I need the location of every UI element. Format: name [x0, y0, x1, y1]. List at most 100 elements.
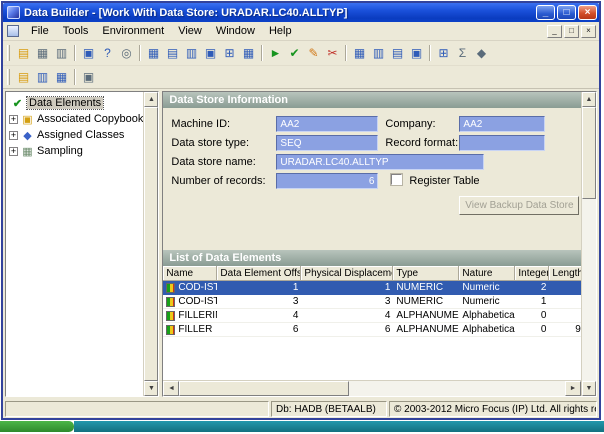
record-format-field[interactable] [459, 135, 545, 151]
cell-name: FILLER [178, 324, 212, 335]
status-db: Db: HADB (BETAALB) [271, 401, 387, 417]
tile-vertical-icon[interactable]: ▥ [182, 44, 201, 62]
menu-help[interactable]: Help [262, 23, 299, 39]
print-preview-icon[interactable]: ▥ [52, 44, 71, 62]
register-table-checkbox[interactable] [391, 174, 402, 185]
number-of-records-field[interactable]: 6 [276, 173, 378, 189]
mdi-close-button[interactable]: × [581, 25, 596, 38]
content-vertical-scrollbar[interactable]: ▲ ▼ [581, 92, 596, 396]
help-icon[interactable]: ? [98, 44, 117, 62]
data-store-name-field[interactable]: URADAR.LC40.ALLTYP [276, 154, 484, 170]
app-window: Data Builder - [Work With Data Store: UR… [1, 1, 601, 420]
data-store-type-label: Data store type: [171, 137, 249, 149]
navigate-icon[interactable]: ◆ [472, 44, 491, 62]
menu-environment[interactable]: Environment [95, 23, 171, 39]
toolbar-grip [7, 69, 10, 85]
company-label: Company: [385, 118, 435, 130]
cell-integer: 2 [515, 281, 549, 294]
taskbar-fragment[interactable] [74, 421, 604, 432]
tree-vertical-scrollbar[interactable]: ▲ ▼ [143, 92, 158, 396]
edit-icon[interactable]: ✎ [304, 44, 323, 62]
menu-window[interactable]: Window [209, 23, 262, 39]
summation-icon[interactable]: Σ [453, 44, 472, 62]
row-view-icon[interactable]: ▤ [388, 44, 407, 62]
tree-item-assigned-classes[interactable]: + ◆ Assigned Classes [9, 127, 143, 143]
tile-horizontal-icon[interactable]: ▤ [163, 44, 182, 62]
search-icon[interactable]: ◎ [117, 44, 136, 62]
scrollbar-thumb[interactable] [179, 381, 349, 396]
title-bar[interactable]: Data Builder - [Work With Data Store: UR… [3, 3, 599, 22]
filter-icon[interactable]: ▤ [14, 68, 33, 86]
table-row[interactable]: COD-IST 1 1 NUMERIC Numeric 2 2 [163, 281, 581, 295]
clear-icon[interactable]: ✂ [323, 44, 342, 62]
company-field[interactable]: AA2 [459, 116, 545, 132]
scroll-down-icon[interactable]: ▼ [582, 381, 596, 396]
column-header-offset[interactable]: Data Element Offset / [217, 266, 301, 281]
scroll-up-icon[interactable]: ▲ [582, 92, 596, 107]
menu-file[interactable]: File [24, 23, 56, 39]
column-header-name[interactable]: Name [163, 266, 217, 281]
copybook-folder-icon[interactable]: ▥ [33, 68, 52, 86]
add-grid-icon[interactable]: ⊞ [434, 44, 453, 62]
scrollbar-thumb[interactable] [144, 107, 158, 381]
maximize-button[interactable]: □ [557, 5, 576, 20]
table-view-icon[interactable]: ▦ [350, 44, 369, 62]
horizontal-scrollbar[interactable]: ◄ ► [163, 380, 581, 396]
table-row[interactable]: FILLER 6 6 ALPHANUMERIC Alphabetical 0 9… [163, 323, 581, 337]
view-backup-data-store-button[interactable]: View Backup Data Store [459, 196, 579, 215]
column-view-icon[interactable]: ▥ [369, 44, 388, 62]
data-store-type-field[interactable]: SEQ [276, 135, 378, 151]
column-header-displacement[interactable]: Physical Displacement [301, 266, 393, 281]
table-row[interactable]: FILLERINO 4 4 ALPHANUMERIC Alphabetical … [163, 309, 581, 323]
scroll-down-icon[interactable]: ▼ [144, 381, 158, 396]
new-window-icon[interactable]: ⊞ [220, 44, 239, 62]
expand-plus-icon[interactable]: + [9, 147, 18, 156]
scroll-up-icon[interactable]: ▲ [144, 92, 158, 107]
menu-tools[interactable]: Tools [56, 23, 96, 39]
expand-plus-icon[interactable]: + [9, 115, 18, 124]
tree-item-sampling[interactable]: + ▦ Sampling [9, 143, 143, 159]
tree-item-associated-copybook[interactable]: + ▣ Associated Copybook [9, 111, 143, 127]
grid-view-icon[interactable]: ▦ [239, 44, 258, 62]
summary-view-icon[interactable]: ▣ [407, 44, 426, 62]
start-button-fragment[interactable] [0, 421, 74, 432]
sampling-icon: ▦ [21, 145, 34, 158]
menu-view[interactable]: View [171, 23, 209, 39]
run-icon[interactable]: ► [266, 44, 285, 62]
validate-icon[interactable]: ✔ [285, 44, 304, 62]
column-header-length[interactable]: Length [549, 266, 581, 281]
scroll-right-icon[interactable]: ► [565, 381, 581, 396]
minimize-button[interactable]: _ [536, 5, 555, 20]
cell-type: NUMERIC [393, 295, 459, 308]
column-header-offset-label: Data Element Offset [220, 268, 301, 279]
column-header-type[interactable]: Type [393, 266, 459, 281]
layout-icon[interactable]: ▣ [201, 44, 220, 62]
mdi-restore-button[interactable]: □ [564, 25, 579, 38]
scrollbar-thumb[interactable] [582, 107, 596, 199]
tree-item-data-elements[interactable]: ✔ Data Elements [9, 95, 143, 111]
scroll-left-icon[interactable]: ◄ [163, 381, 179, 396]
toolbar-separator [74, 45, 76, 61]
cascade-windows-icon[interactable]: ▦ [144, 44, 163, 62]
cell-displacement: 3 [301, 295, 393, 308]
class-folder-icon[interactable]: ▦ [52, 68, 71, 86]
content-panel: Data Store Information Machine ID: AA2 C… [162, 91, 597, 397]
data-store-name-label: Data store name: [171, 156, 255, 168]
expand-plus-icon[interactable]: + [9, 131, 18, 140]
column-header-integer[interactable]: Integer [515, 266, 549, 281]
report-icon[interactable]: ▣ [79, 68, 98, 86]
navigation-tree: ✔ Data Elements + ▣ Associated Copybook … [6, 92, 143, 396]
main-toolbar: ▤ ▦ ▥ ▣ ? ◎ ▦ ▤ ▥ ▣ ⊞ ▦ ► ✔ ✎ ✂ ▦ ▥ ▤ ▣ … [3, 41, 599, 66]
mdi-document-icon[interactable] [7, 25, 19, 37]
mdi-minimize-button[interactable]: _ [547, 25, 562, 38]
status-bar: Db: HADB (BETAALB) © 2003-2012 Micro Foc… [3, 399, 599, 418]
close-button[interactable]: × [578, 5, 597, 20]
toolbar-separator [261, 45, 263, 61]
table-row[interactable]: COD-IST-1 3 3 NUMERIC Numeric 1 1 [163, 295, 581, 309]
classes-icon: ◆ [21, 129, 34, 142]
open-icon[interactable]: ▤ [14, 44, 33, 62]
machine-id-field[interactable]: AA2 [276, 116, 378, 132]
column-header-nature[interactable]: Nature [459, 266, 515, 281]
print-icon[interactable]: ▦ [33, 44, 52, 62]
properties-icon[interactable]: ▣ [79, 44, 98, 62]
